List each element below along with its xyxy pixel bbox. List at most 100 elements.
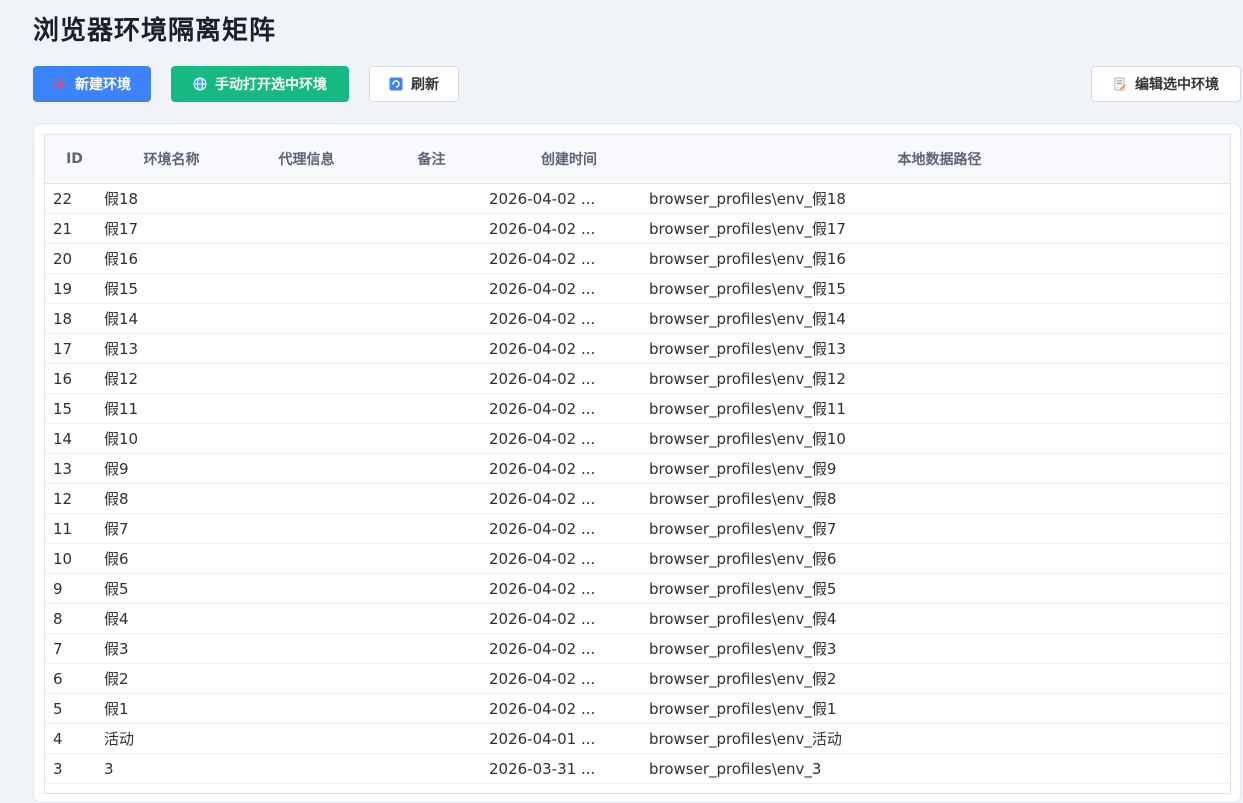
cell-name: 假2: [104, 670, 129, 688]
cell-path: browser_profiles\env_假10: [649, 430, 846, 448]
table-row[interactable]: 10 假6 2026-04-02 ... browser_profiles\env_假…: [45, 544, 1230, 574]
cell-path: browser_profiles\env_假15: [649, 280, 846, 298]
globe-icon: [193, 77, 207, 91]
table-row[interactable]: 21 假17 2026-04-02 ... browser_profiles\env_…: [45, 214, 1230, 244]
cell-created: 2026-04-02 ...: [489, 609, 596, 628]
cell-path: browser_profiles\env_假6: [649, 550, 837, 568]
table-row[interactable]: 18 假14 2026-04-02 ... browser_profiles\env_…: [45, 304, 1230, 334]
edit-selected-button[interactable]: 编辑选中环境: [1091, 66, 1241, 102]
header-id[interactable]: ID: [45, 151, 104, 167]
table-body: 22 假18 2026-04-02 ... browser_profiles\env_…: [45, 184, 1230, 784]
cell-path: browser_profiles\env_假16: [649, 250, 846, 268]
new-environment-label: 新建环境: [75, 77, 131, 93]
cell-id: 21: [53, 219, 73, 238]
cell-path: browser_profiles\env_假13: [649, 340, 846, 358]
cell-created: 2026-04-02 ...: [489, 489, 596, 508]
page-title: 浏览器环境隔离矩阵: [33, 16, 277, 46]
header-proxy[interactable]: 代理信息: [239, 149, 374, 169]
cell-path: browser_profiles\env_假4: [649, 610, 837, 628]
header-created[interactable]: 创建时间: [489, 149, 649, 169]
cell-path: browser_profiles\env_假8: [649, 490, 837, 508]
cell-name: 假18: [104, 190, 139, 208]
table-row[interactable]: 3 3 2026-03-31 ... browser_profiles\env_3: [45, 754, 1230, 784]
cell-created: 2026-04-02 ...: [489, 279, 596, 298]
cell-created: 2026-04-02 ...: [489, 219, 596, 238]
environment-card: ID 环境名称 代理信息 备注 创建时间 本地数据路径 22 假18 2026-04…: [33, 123, 1241, 803]
cell-name: 假6: [104, 550, 129, 568]
cell-created: 2026-04-02 ...: [489, 549, 596, 568]
cell-name: 假11: [104, 400, 139, 418]
table-row[interactable]: 4 活动 2026-04-01 ... browser_profiles\env_活动: [45, 724, 1230, 754]
cell-path: browser_profiles\env_假1: [649, 700, 837, 718]
table-row[interactable]: 19 假15 2026-04-02 ... browser_profiles\env_…: [45, 274, 1230, 304]
cell-name: 假9: [104, 460, 129, 478]
cell-name: 假14: [104, 310, 139, 328]
cell-name: 假13: [104, 340, 139, 358]
refresh-icon: [389, 77, 403, 91]
refresh-label: 刷新: [411, 77, 439, 93]
table-row[interactable]: 12 假8 2026-04-02 ... browser_profiles\env_假…: [45, 484, 1230, 514]
cell-id: 10: [53, 549, 73, 568]
cell-id: 11: [53, 519, 73, 538]
table-row[interactable]: 5 假1 2026-04-02 ... browser_profiles\env_假1: [45, 694, 1230, 724]
header-path[interactable]: 本地数据路径: [649, 149, 1230, 169]
cell-id: 3: [53, 759, 63, 778]
table-row[interactable]: 11 假7 2026-04-02 ... browser_profiles\env_假…: [45, 514, 1230, 544]
cell-name: 假12: [104, 370, 139, 388]
cell-path: browser_profiles\env_假18: [649, 190, 846, 208]
open-selected-label: 手动打开选中环境: [215, 77, 327, 93]
header-name[interactable]: 环境名称: [104, 149, 239, 169]
environment-table: ID 环境名称 代理信息 备注 创建时间 本地数据路径 22 假18 2026-04…: [44, 134, 1231, 794]
table-row[interactable]: 7 假3 2026-04-02 ... browser_profiles\env_假3: [45, 634, 1230, 664]
cell-name: 假15: [104, 280, 139, 298]
cell-name: 假1: [104, 700, 129, 718]
cell-name: 假10: [104, 430, 139, 448]
new-environment-button[interactable]: 新建环境: [33, 66, 151, 102]
table-row[interactable]: 15 假11 2026-04-02 ... browser_profiles\env_…: [45, 394, 1230, 424]
cell-path: browser_profiles\env_假17: [649, 220, 846, 238]
cell-name: 假3: [104, 640, 129, 658]
open-selected-button[interactable]: 手动打开选中环境: [171, 66, 349, 102]
cell-id: 8: [53, 609, 63, 628]
cell-created: 2026-04-02 ...: [489, 249, 596, 268]
cell-id: 14: [53, 429, 73, 448]
cell-created: 2026-04-02 ...: [489, 639, 596, 658]
cell-path: browser_profiles\env_假7: [649, 520, 837, 538]
refresh-button[interactable]: 刷新: [369, 66, 459, 102]
table-row[interactable]: 20 假16 2026-04-02 ... browser_profiles\env_…: [45, 244, 1230, 274]
table-row[interactable]: 6 假2 2026-04-02 ... browser_profiles\env_假2: [45, 664, 1230, 694]
cell-path: browser_profiles\env_假2: [649, 670, 837, 688]
table-row[interactable]: 13 假9 2026-04-02 ... browser_profiles\env_假…: [45, 454, 1230, 484]
cell-id: 4: [53, 729, 63, 748]
table-row[interactable]: 14 假10 2026-04-02 ... browser_profiles\env_…: [45, 424, 1230, 454]
table-row[interactable]: 22 假18 2026-04-02 ... browser_profiles\env_…: [45, 184, 1230, 214]
cell-created: 2026-03-31 ...: [489, 759, 596, 778]
cell-id: 6: [53, 669, 63, 688]
cell-path: browser_profiles\env_假12: [649, 370, 846, 388]
cell-id: 18: [53, 309, 73, 328]
cell-created: 2026-04-02 ...: [489, 339, 596, 358]
cell-id: 22: [53, 189, 73, 208]
cell-id: 20: [53, 249, 73, 268]
cell-name: 假8: [104, 490, 129, 508]
table-row[interactable]: 16 假12 2026-04-02 ... browser_profiles\env_…: [45, 364, 1230, 394]
table-row[interactable]: 8 假4 2026-04-02 ... browser_profiles\env_假4: [45, 604, 1230, 634]
cell-created: 2026-04-02 ...: [489, 429, 596, 448]
cell-created: 2026-04-02 ...: [489, 669, 596, 688]
cell-created: 2026-04-02 ...: [489, 309, 596, 328]
cell-created: 2026-04-02 ...: [489, 699, 596, 718]
cell-name: 假5: [104, 580, 129, 598]
header-note[interactable]: 备注: [374, 149, 489, 169]
plus-icon: [54, 78, 66, 90]
cell-path: browser_profiles\env_假3: [649, 640, 837, 658]
cell-path: browser_profiles\env_假5: [649, 580, 837, 598]
cell-id: 17: [53, 339, 73, 358]
cell-path: browser_profiles\env_假9: [649, 460, 837, 478]
cell-path: browser_profiles\env_假11: [649, 400, 846, 418]
cell-name: 假16: [104, 250, 139, 268]
cell-path: browser_profiles\env_假14: [649, 310, 846, 328]
cell-name: 假4: [104, 610, 129, 628]
cell-id: 15: [53, 399, 73, 418]
table-row[interactable]: 17 假13 2026-04-02 ... browser_profiles\env_…: [45, 334, 1230, 364]
table-row[interactable]: 9 假5 2026-04-02 ... browser_profiles\env_假5: [45, 574, 1230, 604]
